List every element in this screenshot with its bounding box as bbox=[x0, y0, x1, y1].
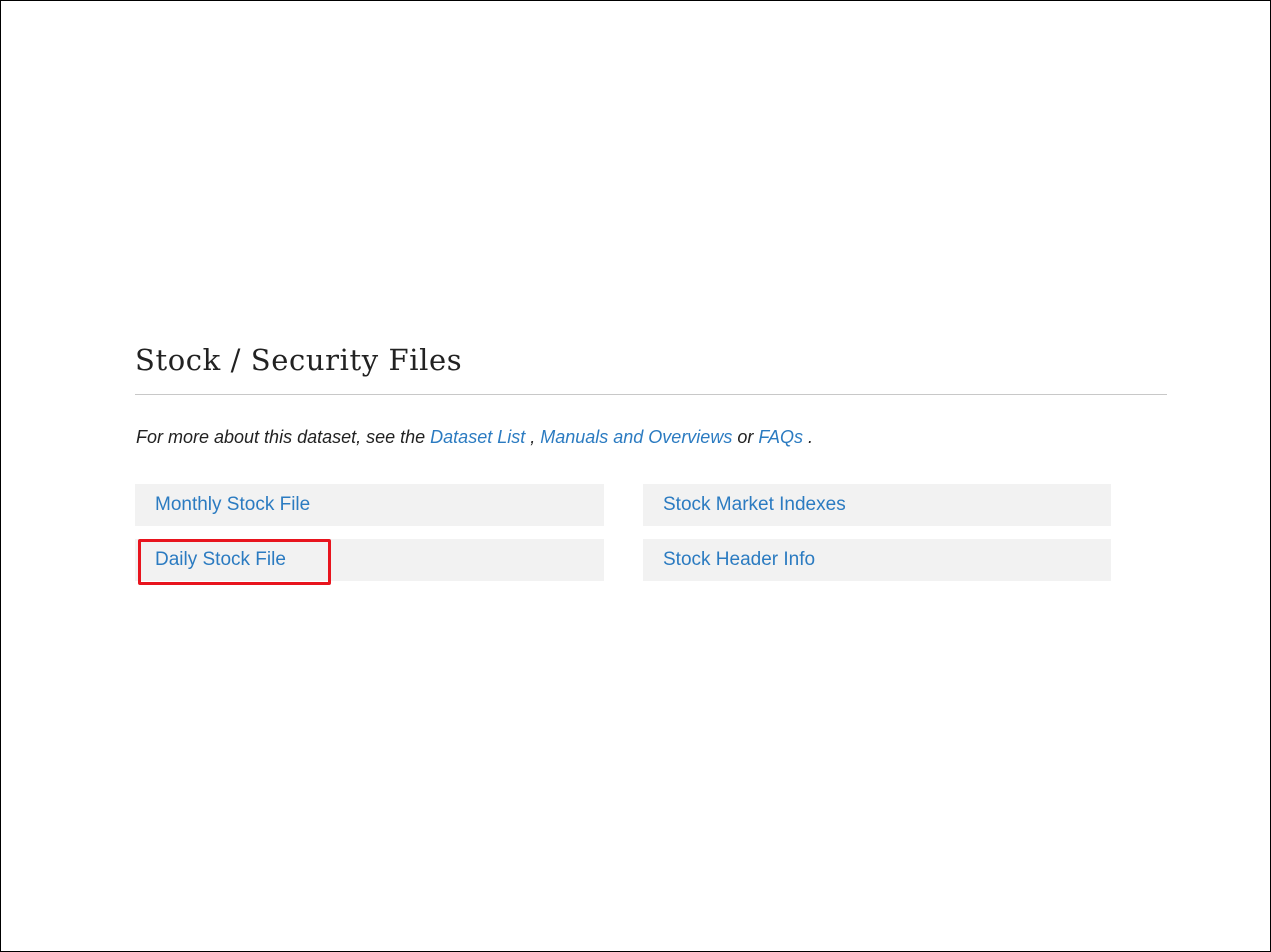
monthly-stock-file-link[interactable]: Monthly Stock File bbox=[155, 493, 310, 517]
intro-suffix: . bbox=[803, 427, 814, 447]
stock-market-indexes-link[interactable]: Stock Market Indexes bbox=[663, 493, 846, 517]
page-title: Stock / Security Files bbox=[135, 343, 463, 377]
tile-monthly-stock-file: Monthly Stock File bbox=[135, 484, 604, 526]
intro-separator-2: or bbox=[732, 427, 759, 447]
intro-separator-1: , bbox=[525, 427, 541, 447]
intro-prefix: For more about this dataset, see the bbox=[136, 427, 431, 447]
title-divider bbox=[135, 394, 1167, 395]
faqs-link[interactable]: FAQs bbox=[758, 427, 803, 447]
dataset-list-link[interactable]: Dataset List bbox=[430, 427, 525, 447]
manuals-and-overviews-link[interactable]: Manuals and Overviews bbox=[540, 427, 732, 447]
page-frame: Stock / Security Files For more about th… bbox=[0, 0, 1271, 952]
highlight-box bbox=[138, 539, 331, 585]
tile-stock-header-info: Stock Header Info bbox=[643, 539, 1111, 581]
intro-text: For more about this dataset, see the Dat… bbox=[136, 424, 813, 450]
tile-stock-market-indexes: Stock Market Indexes bbox=[643, 484, 1111, 526]
stock-header-info-link[interactable]: Stock Header Info bbox=[663, 548, 815, 572]
